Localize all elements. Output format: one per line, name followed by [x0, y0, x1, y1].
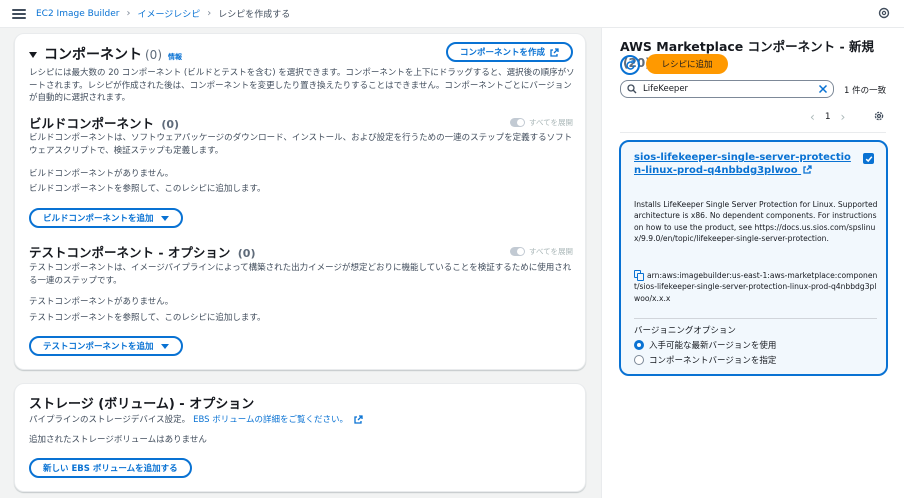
clear-icon[interactable] — [818, 84, 828, 94]
search-field[interactable] — [620, 80, 834, 98]
add-test-component-label: テストコンポーネントを追加 — [43, 342, 154, 352]
storage-description: パイプラインのストレージデバイス設定。 — [29, 415, 191, 425]
radio-unselected-icon[interactable] — [634, 355, 644, 365]
component-card[interactable]: sios-lifekeeper-single-server-protection… — [619, 140, 888, 376]
test-expand-all-label: すべてを展開 — [528, 247, 573, 256]
test-empty-title: テストコンポーネントがありません。 — [29, 297, 174, 307]
test-components-description: テストコンポーネントは、イメージパイプラインによって構築された出力イメージが想定… — [29, 263, 572, 286]
build-components-heading: ビルドコンポーネント (0) — [29, 113, 179, 132]
build-empty-description: ビルドコンポーネントを参照して、このレシピに追加します。 — [29, 184, 266, 194]
components-panel: コンポーネント (0) 情報 コンポーネントを作成 レシピには最大数の 20 コ… — [14, 33, 586, 370]
component-description: Installs LifeKeeper Single Server Protec… — [634, 200, 878, 243]
check-icon — [865, 155, 872, 162]
external-link-icon — [354, 414, 363, 424]
add-build-component-button[interactable]: ビルドコンポーネントを追加 — [29, 208, 183, 228]
radio-selected-icon[interactable] — [634, 340, 644, 350]
match-count: 1 件の一致 — [844, 86, 887, 96]
divider — [634, 318, 877, 319]
page-number[interactable]: 1 — [825, 112, 831, 122]
search-icon — [627, 84, 637, 94]
breadcrumb-image-recipes[interactable]: イメージレシピ — [137, 7, 200, 20]
create-component-button[interactable]: コンポーネントを作成 — [445, 42, 573, 62]
build-empty-title: ビルドコンポーネントがありません。 — [29, 169, 174, 179]
components-title: コンポーネント — [44, 47, 142, 63]
select-checkbox[interactable] — [863, 153, 874, 164]
test-components-count: (0) — [237, 247, 256, 260]
test-empty-description: テストコンポーネントを参照して、このレシピに追加します。 — [29, 313, 266, 323]
build-components-title: ビルドコンポーネント — [29, 116, 155, 131]
copy-icon[interactable] — [634, 270, 644, 281]
add-to-recipe-button[interactable]: レシピに追加 — [646, 54, 728, 74]
pagination: ‹ 1 › — [810, 110, 845, 124]
caret-down-icon — [160, 215, 169, 221]
divider — [620, 132, 886, 133]
storage-empty: 追加されたストレージボリュームはありません — [29, 435, 207, 445]
radio-latest-label: 入手可能な最新バージョンを使用 — [649, 341, 777, 351]
radio-specify-version[interactable]: コンポーネントバージョンを指定 — [634, 354, 776, 366]
caret-down-icon[interactable] — [29, 52, 37, 58]
test-components-title: テストコンポーネント - オプション — [29, 245, 231, 260]
components-count: (0) — [145, 48, 162, 62]
storage-panel: ストレージ (ボリューム) - オプション パイプラインのストレージデバイス設定… — [14, 383, 586, 492]
breadcrumb-ec2-image-builder[interactable]: EC2 Image Builder — [36, 9, 119, 19]
external-link-icon — [803, 165, 812, 174]
breadcrumb: EC2 Image Builder › イメージレシピ › レシピを作成する — [36, 7, 290, 20]
expand-toggle[interactable] — [509, 247, 525, 256]
components-description: レシピには最大数の 20 コンポーネント (ビルドとテストを含む) を選択できま… — [29, 68, 575, 103]
search-input[interactable] — [643, 84, 803, 94]
add-build-component-label: ビルドコンポーネントを追加 — [43, 214, 154, 224]
component-title-link[interactable]: sios-lifekeeper-single-server-protection… — [634, 151, 854, 177]
info-link[interactable]: 情報 — [168, 52, 182, 62]
marketplace-panel: AWS Marketplace コンポーネント - 新規 (20) レシピに追加… — [602, 28, 904, 498]
component-title: sios-lifekeeper-single-server-protection… — [634, 152, 851, 176]
expand-toggle[interactable] — [509, 118, 525, 127]
caret-down-icon — [160, 343, 169, 349]
next-page-icon[interactable]: › — [841, 110, 846, 124]
versioning-label: バージョニングオプション — [634, 326, 736, 336]
create-component-label: コンポーネントを作成 — [459, 48, 545, 58]
ebs-learn-more-link[interactable]: EBS ボリュームの詳細をご覧ください。 — [193, 413, 348, 425]
radio-latest-version[interactable]: 入手可能な最新バージョンを使用 — [634, 339, 776, 351]
radio-specify-label: コンポーネントバージョンを指定 — [649, 356, 777, 366]
previous-page-icon[interactable]: ‹ — [810, 110, 815, 124]
top-navigation: EC2 Image Builder › イメージレシピ › レシピを作成する — [0, 0, 904, 28]
refresh-button[interactable] — [620, 55, 640, 75]
refresh-icon — [625, 59, 635, 70]
chevron-right-icon: › — [126, 8, 131, 19]
add-ebs-volume-button[interactable]: 新しい EBS ボリュームを追加する — [29, 458, 192, 478]
component-arn-row: arn:aws:imagebuilder:us-east-1:aws-marke… — [634, 270, 879, 304]
breadcrumb-current: レシピを作成する — [218, 10, 291, 20]
add-ebs-volume-label: 新しい EBS ボリュームを追加する — [43, 464, 178, 474]
build-components-description: ビルドコンポーネントは、ソフトウェアパッケージのダウンロード、インストール、およ… — [29, 133, 573, 156]
gear-icon[interactable] — [873, 110, 885, 122]
menu-icon[interactable] — [12, 8, 26, 19]
external-link-icon — [550, 47, 559, 57]
build-components-count: (0) — [161, 118, 180, 131]
notifications-icon[interactable] — [878, 7, 890, 19]
storage-description-row: パイプラインのストレージデバイス設定。 EBS ボリュームの詳細をご覧ください。 — [29, 413, 363, 425]
chevron-right-icon: › — [207, 8, 212, 19]
marketplace-title: AWS Marketplace コンポーネント - 新規 — [620, 39, 875, 54]
storage-title: ストレージ (ボリューム) - オプション — [29, 397, 255, 412]
add-test-component-button[interactable]: テストコンポーネントを追加 — [29, 336, 183, 356]
components-header: コンポーネント (0) 情報 — [29, 44, 182, 64]
build-expand-all[interactable]: すべてを展開 — [509, 117, 573, 128]
build-expand-all-label: すべてを展開 — [528, 118, 573, 127]
test-expand-all[interactable]: すべてを展開 — [509, 246, 573, 257]
test-components-heading: テストコンポーネント - オプション (0) — [29, 242, 255, 261]
component-arn: arn:aws:imagebuilder:us-east-1:aws-marke… — [634, 271, 878, 303]
